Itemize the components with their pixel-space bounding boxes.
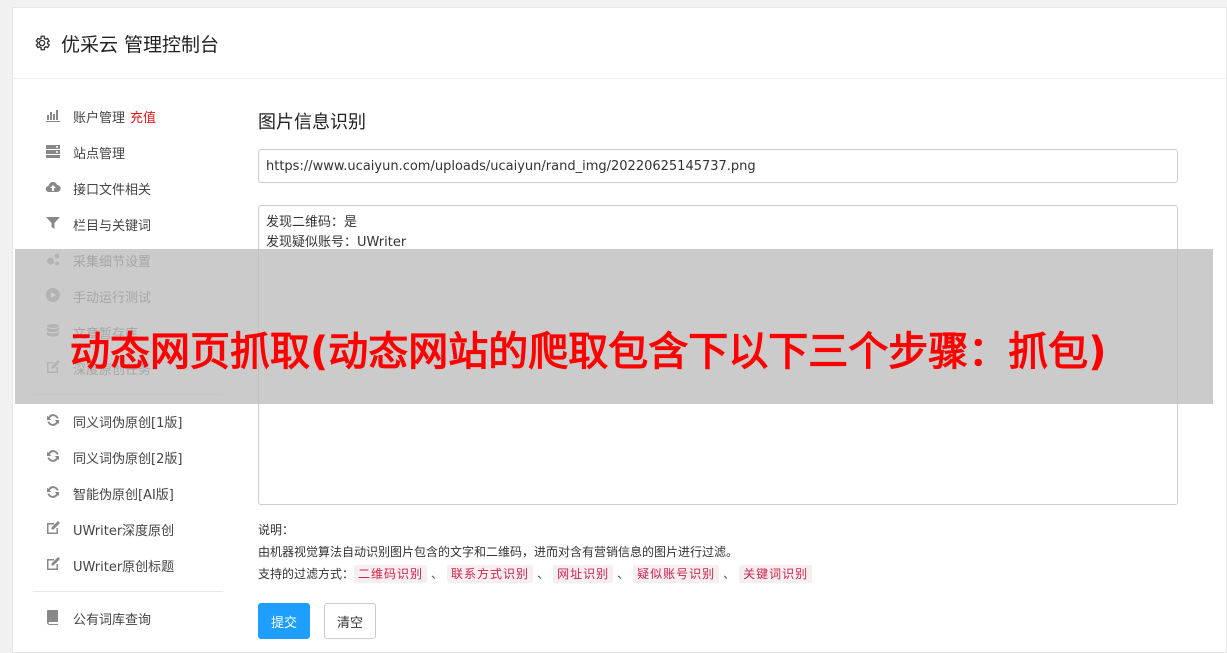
method-separator: 、 [537, 567, 550, 581]
filter-method-tag: 联系方式识别 [447, 565, 534, 583]
header: 优采云 管理控制台 [13, 8, 1226, 79]
sidebar-item-b-1[interactable]: 同义词伪原创[2版] [33, 439, 223, 475]
filter-method-tag: 关键词识别 [739, 565, 813, 583]
sidebar-divider [33, 591, 223, 592]
notes-desc: 由机器视觉算法自动识别图片包含的文字和二维码，进而对含有营销信息的图片进行过滤。 [258, 545, 739, 559]
methods-label: 支持的过滤方式： [258, 567, 355, 581]
filter-method-tag: 二维码识别 [354, 565, 428, 583]
sidebar-item-label: 同义词伪原创[1版] [73, 415, 183, 431]
clear-button[interactable]: 清空 [324, 603, 377, 639]
sidebar-item-b-3[interactable]: UWriter深度原创 [33, 511, 223, 547]
sidebar-item-label: 栏目与关键词 [73, 218, 152, 234]
page-title: 优采云 管理控制台 [61, 33, 220, 56]
sidebar-item-label: 同义词伪原创[2版] [73, 451, 183, 467]
sidebar-item-a-3[interactable]: 栏目与关键词 [33, 206, 223, 242]
filter-methods: 支持的过滤方式： 二维码识别、联系方式识别、网址识别、疑似账号识别、关键词识别 [258, 563, 1178, 585]
gear-icon [33, 34, 51, 52]
filter-icon [45, 215, 63, 233]
method-separator: 、 [431, 567, 444, 581]
sidebar-item-b-2[interactable]: 智能伪原创[AI版] [33, 475, 223, 511]
method-separator: 、 [617, 567, 630, 581]
recharge-link[interactable]: 充值 [130, 107, 156, 126]
sidebar-item-c-0[interactable]: 公有词库查询 [33, 600, 223, 636]
description-block: 说明： 由机器视觉算法自动识别图片包含的文字和二维码，进而对含有营销信息的图片进… [258, 519, 1178, 585]
image-url-input[interactable] [258, 149, 1178, 183]
edit-icon [45, 520, 63, 538]
sidebar-item-label: 账户管理 [73, 110, 126, 126]
cloud-upload-icon [45, 179, 63, 197]
filter-method-tag: 疑似账号识别 [633, 565, 720, 583]
refresh-icon [45, 484, 63, 502]
sidebar-item-label: 接口文件相关 [73, 182, 152, 198]
banner-title: 动态网页抓取(动态网站的爬取包含下以下三个步骤：抓包) [70, 329, 1107, 375]
notes-heading: 说明： [258, 523, 295, 537]
sidebar-item-a-2[interactable]: 接口文件相关 [33, 170, 223, 206]
sidebar-item-a-1[interactable]: 站点管理 [33, 134, 223, 170]
edit-icon [45, 556, 63, 574]
server-icon [45, 143, 63, 161]
section-title: 图片信息识别 [258, 112, 366, 133]
method-separator: 、 [723, 567, 736, 581]
sidebar-item-a-0[interactable]: 账户管理 充值 [33, 98, 223, 134]
sidebar-item-b-0[interactable]: 同义词伪原创[1版] [33, 403, 223, 439]
sidebar-item-label: UWriter深度原创 [73, 523, 175, 539]
book-icon [45, 609, 63, 627]
bar-chart-icon [45, 107, 63, 125]
sidebar-item-label: UWriter原创标题 [73, 559, 175, 575]
sidebar-item-label: 站点管理 [73, 146, 126, 162]
sidebar-item-label: 智能伪原创[AI版] [73, 487, 174, 503]
submit-button[interactable]: 提交 [258, 603, 311, 639]
refresh-icon [45, 448, 63, 466]
sidebar-item-label: 公有词库查询 [73, 612, 152, 628]
refresh-icon [45, 412, 63, 430]
filter-method-tag: 网址识别 [553, 565, 614, 583]
sidebar-item-b-4[interactable]: UWriter原创标题 [33, 547, 223, 583]
